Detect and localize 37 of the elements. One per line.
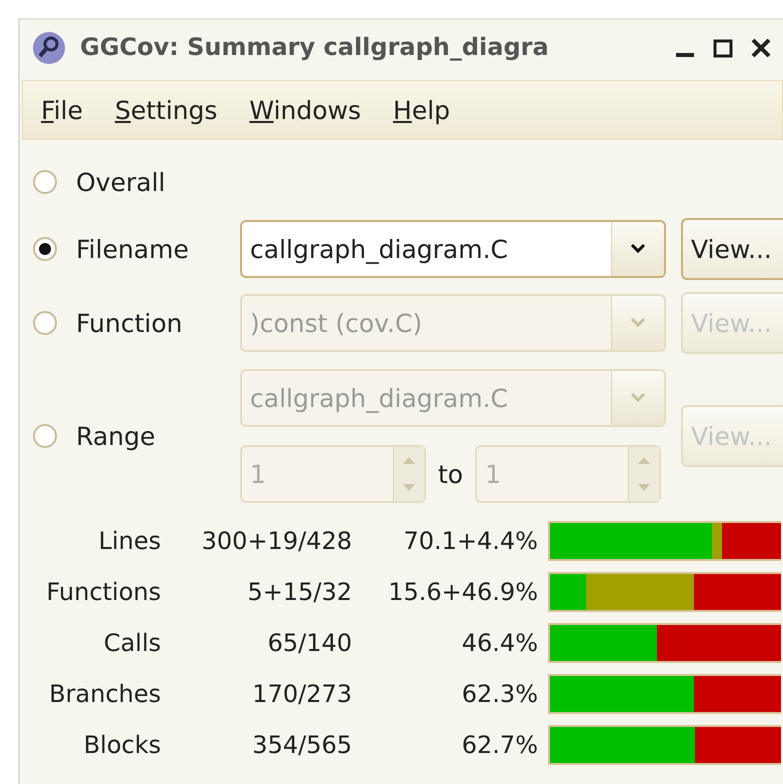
stat-label: Calls — [102, 629, 161, 657]
radio-button[interactable] — [33, 237, 57, 261]
stat-count: 65/140 — [266, 629, 352, 657]
close-icon[interactable] — [751, 38, 771, 58]
stat-label: Branches — [48, 680, 161, 708]
stat-label: Lines — [97, 527, 161, 555]
stat-count: 300+19/428 — [200, 527, 352, 555]
stat-count: 170/273 — [251, 680, 352, 708]
chevron-down-icon — [630, 392, 646, 404]
menu-item[interactable]: Windows — [249, 96, 361, 124]
stat-percent: 46.4% — [460, 629, 538, 657]
radio-button[interactable] — [33, 424, 57, 448]
view-button[interactable]: View... — [681, 218, 783, 280]
stat-percent: 15.6+46.9% — [387, 578, 538, 606]
stat-percent: 62.7% — [460, 731, 538, 759]
radio-label: Overall — [76, 168, 166, 196]
stat-percent: 62.3% — [460, 680, 538, 708]
magnifier-icon — [32, 31, 66, 65]
chevron-down-icon — [630, 243, 646, 255]
stat-label: Functions — [45, 578, 161, 606]
stat-label: Blocks — [82, 731, 161, 759]
stat-percent: 70.1+4.4% — [402, 527, 538, 555]
radio-label: Filename — [76, 234, 189, 264]
radio-label: Function — [76, 308, 182, 338]
to-label: to — [438, 460, 464, 488]
menu-item[interactable]: Help — [393, 96, 450, 124]
file-combo-box[interactable]: callgraph_diagram.C — [240, 220, 666, 278]
window-title: GGCov: Summary callgraph_diagra — [80, 32, 549, 64]
chevron-down-icon — [630, 317, 646, 329]
stat-count: 5+15/32 — [246, 578, 352, 606]
radio-button[interactable] — [33, 311, 57, 335]
menu-item[interactable]: File — [41, 96, 83, 124]
menu-item[interactable]: Settings — [114, 96, 218, 124]
stat-count: 354/565 — [251, 731, 352, 759]
maximize-icon[interactable] — [713, 38, 733, 58]
radio-button[interactable] — [33, 170, 57, 194]
radio-label: Range — [76, 422, 156, 450]
